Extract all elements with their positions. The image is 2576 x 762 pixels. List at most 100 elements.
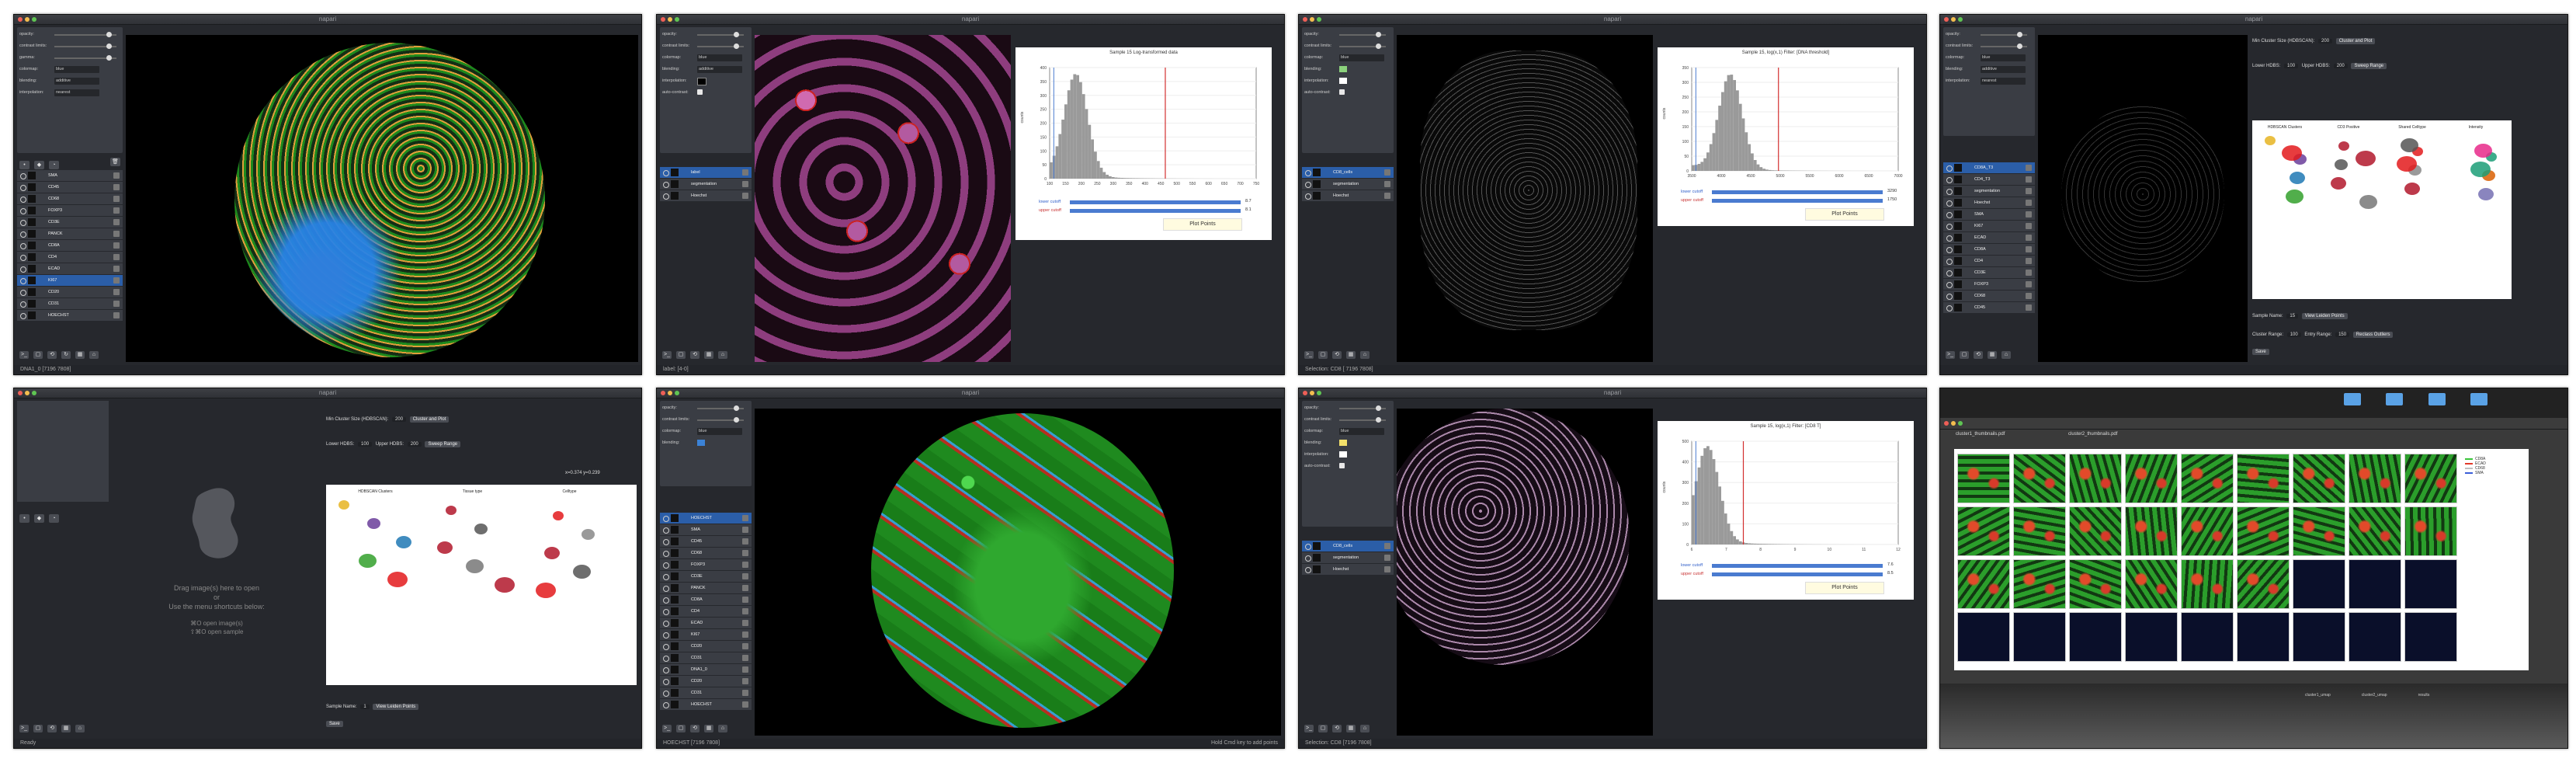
layer-row[interactable]: PANCK [660,583,752,594]
colormap-combo[interactable]: blue [697,428,742,435]
upper-cutoff-slider[interactable] [1712,572,1883,576]
colormap-combo[interactable]: blue [697,54,742,61]
visibility-eye-icon[interactable] [20,301,26,308]
grid-icon[interactable]: ▦ [75,351,85,359]
visibility-eye-icon[interactable] [663,182,669,188]
layer-row[interactable]: segmentation [1302,552,1394,564]
view-leiden-points-button[interactable]: View Leiden Points [2301,313,2348,319]
cluster-and-plot-button[interactable]: Cluster and Plot [409,416,450,423]
home-icon[interactable]: ⌂ [1360,351,1370,359]
layer-row[interactable]: FOXP3 [660,559,752,571]
visibility-eye-icon[interactable] [663,597,669,604]
lower-cutoff-slider[interactable] [1712,564,1883,568]
transpose-icon[interactable]: ⟲ [47,351,57,359]
colormap-combo[interactable]: blue [1339,54,1384,61]
layer-row[interactable]: Hoechst [1302,190,1394,202]
checkbox[interactable] [1339,89,1345,95]
visibility-eye-icon[interactable] [663,702,669,708]
grid-icon[interactable]: ▦ [704,725,713,732]
visibility-eye-icon[interactable] [663,632,669,638]
lower-hdbs-combo[interactable]: 100 [358,442,373,447]
folder-icon[interactable] [2386,393,2404,405]
visibility-eye-icon[interactable] [1946,212,1953,218]
save-button[interactable]: Save [2252,349,2269,355]
visibility-eye-icon[interactable] [20,185,26,191]
layer-row[interactable]: label [660,167,752,179]
visibility-eye-icon[interactable] [663,586,669,592]
layer-row[interactable]: ECAD [17,263,123,275]
layer-row[interactable]: ECAD [1943,232,2035,244]
upper-cutoff-slider[interactable] [1712,199,1883,203]
layer-row[interactable]: CD3E [1943,267,2035,279]
layer-row[interactable]: CD45 [1943,302,2035,314]
points-layer-icon[interactable]: • [19,161,30,169]
layer-row[interactable]: ECAD [660,618,752,629]
visibility-eye-icon[interactable] [1946,270,1953,277]
color-swatch[interactable] [697,78,706,85]
opacity-slider[interactable] [697,405,744,411]
opacity-slider[interactable] [54,32,116,37]
layer-row[interactable]: segmentation [1943,186,2035,197]
transpose-icon[interactable]: ⟲ [1974,351,1983,359]
grid-icon[interactable]: ▦ [61,725,71,732]
layer-row[interactable]: SMA [17,170,123,182]
visibility-eye-icon[interactable] [1946,189,1953,195]
sweep-range-button[interactable]: Sweep Range [425,441,461,447]
image-canvas[interactable] [755,35,1011,362]
visibility-eye-icon[interactable] [1946,259,1953,265]
layer-row[interactable]: CD31 [660,652,752,664]
ndisplay-icon[interactable]: ▢ [676,351,686,359]
rotate-icon[interactable]: ↻ [61,351,71,359]
folder-icon[interactable] [2470,393,2488,405]
console-icon[interactable]: >_ [662,351,672,359]
visibility-eye-icon[interactable] [663,539,669,545]
view-leiden-points-button[interactable]: View Leiden Points [373,704,419,710]
layer-row[interactable]: segmentation [1302,179,1394,190]
visibility-eye-icon[interactable] [1946,282,1953,288]
visibility-eye-icon[interactable] [20,255,26,261]
layer-row[interactable]: segmentation [660,179,752,190]
opacity-slider[interactable] [697,32,744,37]
contrast-slider[interactable] [1981,43,2027,49]
blending-combo[interactable]: additive [697,66,742,73]
save-button[interactable]: Save [326,721,343,727]
visibility-eye-icon[interactable] [20,278,26,284]
visibility-eye-icon[interactable] [663,562,669,569]
layer-row[interactable]: CD4 [1943,256,2035,267]
visibility-eye-icon[interactable] [20,231,26,238]
image-canvas[interactable] [1397,35,1653,362]
upper-hdbs-combo[interactable]: 200 [2333,64,2348,68]
interp-combo[interactable]: nearest [1981,78,2026,85]
labels-layer-icon[interactable]: ◔ [49,514,59,523]
plot-points-button[interactable]: Plot Points [1163,218,1242,231]
tab-file-1[interactable]: cluster1_thumbnails.pdf [1956,432,2005,437]
grid-icon[interactable]: ▦ [1346,351,1356,359]
layer-row[interactable]: CD20 [17,287,123,298]
visibility-eye-icon[interactable] [1305,544,1311,550]
console-icon[interactable]: >_ [662,725,672,732]
upper-hdbs-combo[interactable]: 200 [407,442,422,447]
interpolation-combo[interactable]: nearest [54,89,99,96]
visibility-eye-icon[interactable] [1946,294,1953,300]
transpose-icon[interactable]: ⟲ [47,725,57,732]
visibility-eye-icon[interactable] [663,691,669,697]
home-icon[interactable]: ⌂ [75,725,85,732]
visibility-eye-icon[interactable] [663,667,669,673]
layer-row[interactable]: Hoechst [1943,197,2035,209]
visibility-eye-icon[interactable] [663,170,669,176]
layer-row[interactable]: CD8_cells [1302,541,1394,552]
transpose-icon[interactable]: ⟲ [1332,725,1342,732]
contrast-slider[interactable] [697,417,744,423]
color-swatch[interactable] [1339,440,1347,446]
layer-row[interactable]: CD31 [660,687,752,699]
contrast-slider[interactable] [54,43,116,49]
folder-label[interactable]: cluster2_umap [2362,693,2387,698]
layer-row[interactable]: CD8A [1943,244,2035,256]
visibility-eye-icon[interactable] [663,609,669,615]
console-icon[interactable]: >_ [1304,351,1314,359]
layer-row[interactable]: KI67 [660,629,752,641]
visibility-eye-icon[interactable] [20,173,26,179]
contrast-slider[interactable] [1339,417,1386,423]
transpose-icon[interactable]: ⟲ [690,725,700,732]
layer-row[interactable]: CD45 [17,182,123,193]
